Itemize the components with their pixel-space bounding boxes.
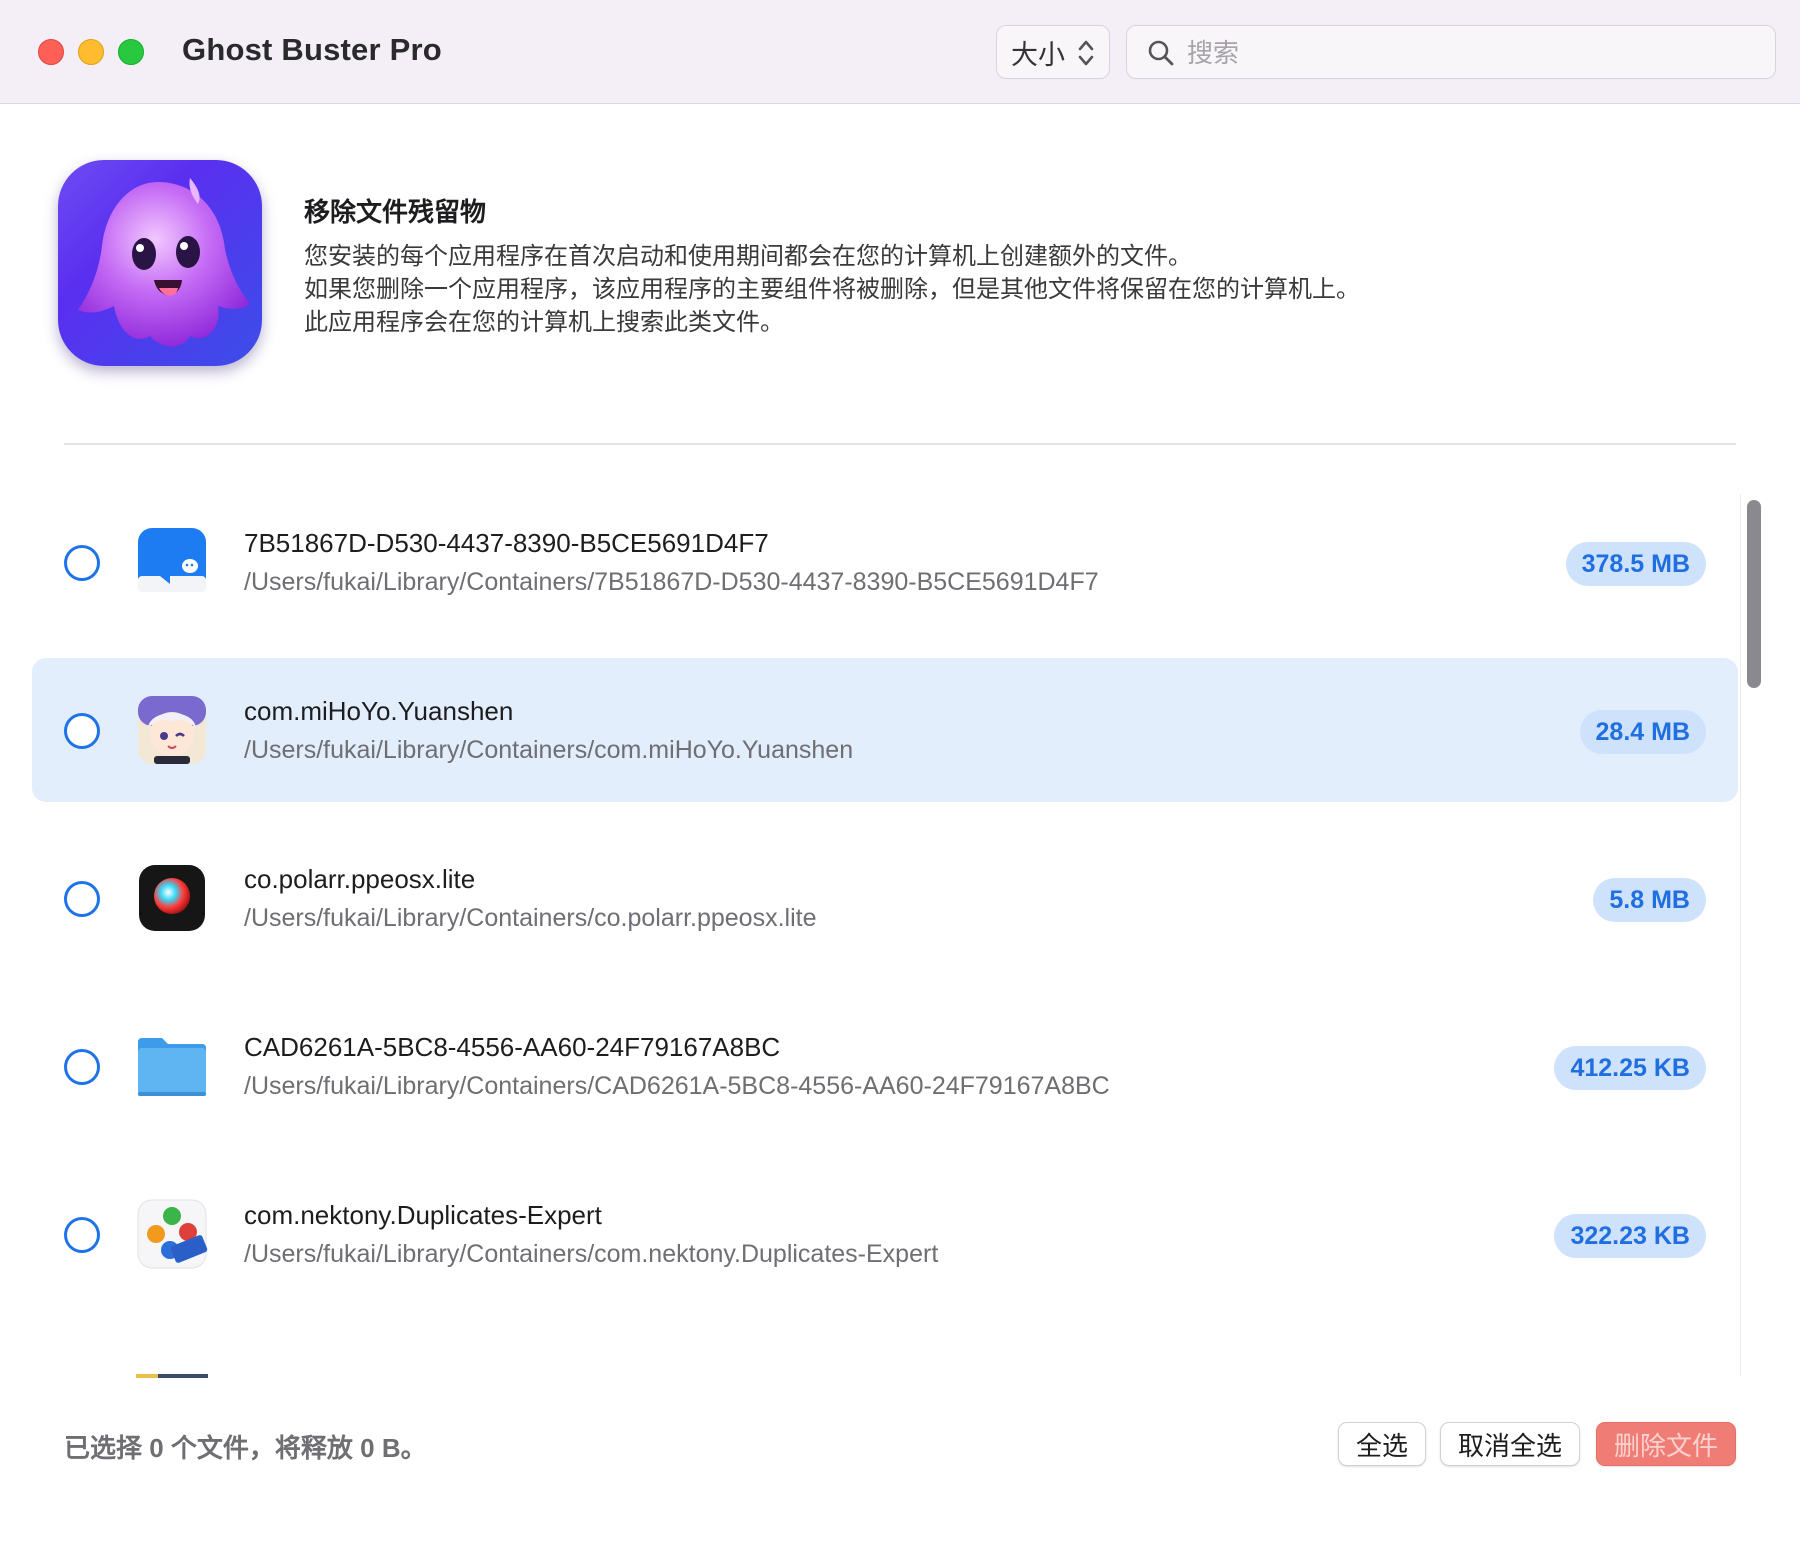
chat-app-icon [138, 528, 206, 592]
delete-files-button[interactable]: 删除文件 [1596, 1422, 1736, 1466]
file-checkbox[interactable] [64, 713, 100, 749]
file-name: 7B51867D-D530-4437-8390-B5CE5691D4F7 [244, 528, 769, 558]
file-row[interactable]: com.nektony.Duplicates-Expert /Users/fuk… [32, 1162, 1738, 1306]
minimize-window-button[interactable] [78, 39, 104, 65]
partially-visible-row-icon [136, 1374, 208, 1378]
folder-icon [138, 1038, 206, 1096]
selection-status: 已选择 0 个文件，将释放 0 B。 [64, 1433, 427, 1463]
polarr-app-icon [139, 865, 205, 931]
search-input[interactable] [1187, 34, 1747, 72]
app-window: Ghost Buster Pro 大小 搜索 移除文件残留物 您安装的每个应用程… [0, 0, 1800, 1544]
header-description: 您安装的每个应用程序在首次启动和使用期间都会在您的计算机上创建额外的文件。 如果… [304, 240, 1604, 339]
close-window-button[interactable] [38, 39, 64, 65]
ghost-app-icon [58, 160, 262, 366]
file-name: co.polarr.ppeosx.lite [244, 864, 476, 894]
file-path: /Users/fukai/Library/Containers/com.miHo… [244, 736, 854, 764]
file-name: com.nektony.Duplicates-Expert [244, 1200, 602, 1230]
file-list: 7B51867D-D530-4437-8390-B5CE5691D4F7 /Us… [0, 490, 1750, 1376]
header-title: 移除文件残留物 [304, 197, 487, 227]
title-bar: Ghost Buster Pro 大小 [0, 0, 1800, 104]
size-badge: 322.23 KB [1554, 1214, 1706, 1258]
description-line: 您安装的每个应用程序在首次启动和使用期间都会在您的计算机上创建额外的文件。 [304, 243, 1192, 270]
file-path: /Users/fukai/Library/Containers/7B51867D… [244, 568, 1099, 596]
search-field[interactable] [1126, 25, 1776, 79]
file-row[interactable]: 7B51867D-D530-4437-8390-B5CE5691D4F7 /Us… [32, 490, 1738, 634]
file-checkbox[interactable] [64, 881, 100, 917]
file-name: com.miHoYo.Yuanshen [244, 696, 514, 726]
updown-chevron-icon [1078, 40, 1094, 66]
game-character-icon [138, 696, 206, 764]
size-badge: 412.25 KB [1554, 1046, 1706, 1090]
size-badge: 5.8 MB [1593, 878, 1706, 922]
sort-select-value: 大小 [1011, 39, 1065, 70]
description-line: 如果您删除一个应用程序，该应用程序的主要组件将被删除，但是其他文件将保留在您的计… [304, 276, 1360, 303]
select-all-button[interactable]: 全选 [1338, 1422, 1426, 1466]
file-row[interactable]: co.polarr.ppeosx.lite /Users/fukai/Libra… [32, 826, 1738, 970]
size-badge: 28.4 MB [1579, 710, 1706, 754]
scrollbar-thumb[interactable] [1747, 500, 1761, 688]
search-icon [1148, 40, 1174, 66]
window-title: Ghost Buster Pro [182, 32, 442, 67]
file-path: /Users/fukai/Library/Containers/com.nekt… [244, 1240, 939, 1268]
description-line: 此应用程序会在您的计算机上搜索此类文件。 [304, 309, 784, 336]
deselect-all-button[interactable]: 取消全选 [1440, 1422, 1580, 1466]
size-badge: 378.5 MB [1565, 542, 1706, 586]
file-path: /Users/fukai/Library/Containers/CAD6261A… [244, 1072, 1110, 1100]
file-checkbox[interactable] [64, 1049, 100, 1085]
zoom-window-button[interactable] [118, 39, 144, 65]
file-path: /Users/fukai/Library/Containers/co.polar… [244, 904, 817, 932]
file-checkbox[interactable] [64, 1217, 100, 1253]
duplicates-pro-icon [137, 1199, 208, 1269]
sort-select[interactable]: 大小 [996, 25, 1110, 79]
file-name: CAD6261A-5BC8-4556-AA60-24F79167A8BC [244, 1032, 781, 1062]
header-divider [64, 443, 1736, 445]
file-checkbox[interactable] [64, 545, 100, 581]
file-row[interactable]: com.miHoYo.Yuanshen /Users/fukai/Library… [32, 658, 1738, 802]
file-row[interactable]: CAD6261A-5BC8-4556-AA60-24F79167A8BC /Us… [32, 994, 1738, 1138]
